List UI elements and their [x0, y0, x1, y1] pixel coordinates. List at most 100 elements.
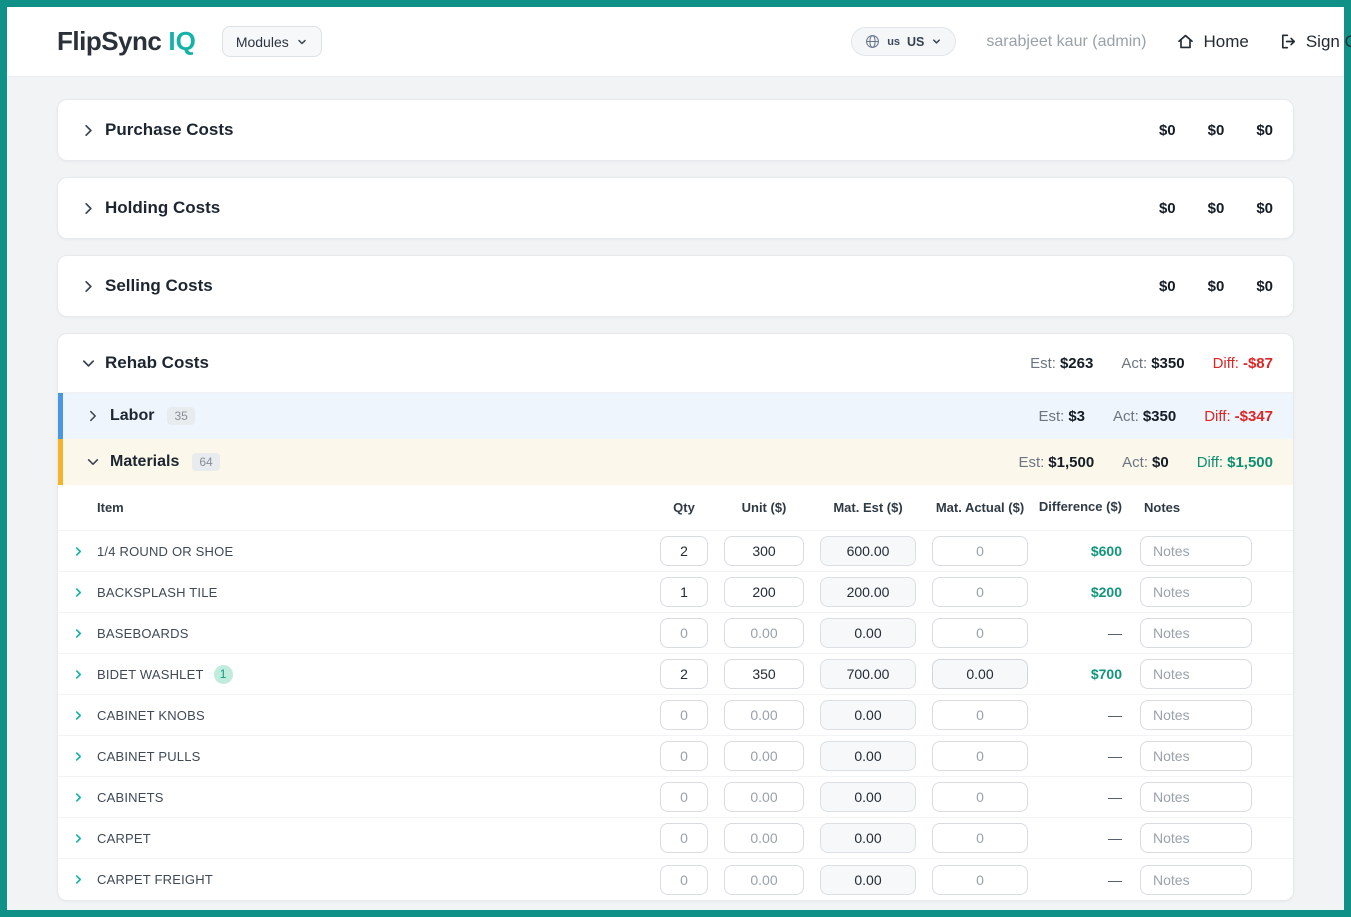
row-toggle[interactable] — [73, 669, 97, 680]
item-cell: CABINETS — [97, 790, 660, 805]
row-toggle[interactable] — [73, 587, 97, 598]
row-toggle[interactable] — [73, 874, 97, 885]
unit-price-input[interactable] — [724, 700, 804, 730]
unit-price-input[interactable] — [724, 782, 804, 812]
notes-input[interactable] — [1140, 782, 1252, 812]
mat-est-input[interactable] — [820, 782, 916, 812]
act-value: $0 — [1208, 200, 1225, 217]
est-value: $0 — [1159, 122, 1176, 139]
diff-stat: Diff:-$347 — [1204, 408, 1273, 425]
home-icon — [1176, 32, 1195, 51]
unit-price-input[interactable] — [724, 865, 804, 895]
mat-actual-input[interactable] — [932, 741, 1028, 771]
row-toggle[interactable] — [73, 710, 97, 721]
cost-section-header[interactable]: Holding Costs $0 $0 $0 — [58, 178, 1293, 238]
notes-input[interactable] — [1140, 659, 1252, 689]
section-stats: $0 $0 $0 — [1155, 278, 1273, 295]
difference-value: — — [1028, 872, 1122, 888]
language-label: US — [907, 35, 924, 49]
notes-input[interactable] — [1140, 823, 1252, 853]
diff-stat: Diff:$1,500 — [1197, 454, 1273, 471]
qty-input[interactable] — [660, 741, 708, 771]
mat-est-input[interactable] — [820, 577, 916, 607]
unit-price-input[interactable] — [724, 823, 804, 853]
mat-actual-input[interactable] — [932, 618, 1028, 648]
qty-input[interactable] — [660, 618, 708, 648]
mat-est-input[interactable] — [820, 700, 916, 730]
qty-input[interactable] — [660, 700, 708, 730]
notes-input[interactable] — [1140, 700, 1252, 730]
qty-input[interactable] — [660, 782, 708, 812]
item-cell: 1/4 ROUND OR SHOE — [97, 544, 660, 559]
mat-est-input[interactable] — [820, 741, 916, 771]
row-toggle[interactable] — [73, 833, 97, 844]
item-name: CARPET — [97, 831, 151, 846]
unit-price-input[interactable] — [724, 741, 804, 771]
act-value: $0 — [1208, 122, 1225, 139]
mat-est-input[interactable] — [820, 865, 916, 895]
cost-section-card: Selling Costs $0 $0 $0 — [57, 255, 1294, 317]
item-count-badge: 64 — [192, 453, 219, 471]
mat-est-input[interactable] — [820, 823, 916, 853]
diff-value: $1,500 — [1227, 454, 1273, 471]
diff-label: Diff: — [1197, 454, 1223, 471]
section-title: Selling Costs — [105, 276, 213, 296]
notes-input[interactable] — [1140, 577, 1252, 607]
unit-price-input[interactable] — [724, 536, 804, 566]
cost-section-header[interactable]: Purchase Costs $0 $0 $0 — [58, 100, 1293, 160]
row-toggle[interactable] — [73, 628, 97, 639]
row-toggle[interactable] — [73, 751, 97, 762]
rehab-costs-header[interactable]: Rehab Costs Est:$263 Act:$350 Diff:-$87 — [58, 334, 1293, 393]
qty-input[interactable] — [660, 577, 708, 607]
mat-actual-input[interactable] — [932, 700, 1028, 730]
unit-price-input[interactable] — [724, 618, 804, 648]
mat-actual-input[interactable] — [932, 659, 1028, 689]
notes-input[interactable] — [1140, 618, 1252, 648]
unit-price-input[interactable] — [724, 659, 804, 689]
mat-actual-input[interactable] — [932, 823, 1028, 853]
chevron-right-icon — [80, 279, 96, 294]
item-cell: CABINET PULLS — [97, 749, 660, 764]
materials-subsection-header[interactable]: Materials 64 Est:$1,500 Act:$0 Diff:$1,5… — [58, 439, 1293, 485]
app-logo[interactable]: FlipSync IQ — [57, 26, 196, 57]
labor-subsection-header[interactable]: Labor 35 Est:$3 Act:$350 Diff:-$347 — [58, 393, 1293, 439]
notes-input[interactable] — [1140, 741, 1252, 771]
modules-dropdown-button[interactable]: Modules — [222, 26, 322, 57]
item-name: CARPET FREIGHT — [97, 872, 213, 887]
qty-input[interactable] — [660, 823, 708, 853]
diff-value: $0 — [1256, 122, 1273, 139]
chevron-right-icon — [73, 628, 84, 639]
mat-est-input[interactable] — [820, 659, 916, 689]
diff-stat: Diff:-$87 — [1213, 355, 1273, 372]
unit-price-input[interactable] — [724, 577, 804, 607]
qty-input[interactable] — [660, 865, 708, 895]
brand-name: FlipSync — [57, 26, 161, 57]
cost-section-header[interactable]: Selling Costs $0 $0 $0 — [58, 256, 1293, 316]
qty-input[interactable] — [660, 536, 708, 566]
language-code: us — [887, 36, 900, 48]
mat-actual-input[interactable] — [932, 782, 1028, 812]
notes-input[interactable] — [1140, 865, 1252, 895]
subsection-title: Labor — [110, 407, 154, 425]
est-value: $0 — [1159, 278, 1176, 295]
mat-est-input[interactable] — [820, 536, 916, 566]
notes-input[interactable] — [1140, 536, 1252, 566]
act-value: $0 — [1208, 278, 1225, 295]
collapsed-sections: Purchase Costs $0 $0 $0 Holding Costs $0… — [7, 99, 1344, 317]
chevron-right-icon — [73, 546, 84, 557]
language-selector[interactable]: us US — [851, 27, 956, 56]
home-link[interactable]: Home — [1176, 32, 1248, 52]
qty-input[interactable] — [660, 659, 708, 689]
chevron-right-icon — [85, 409, 101, 423]
sign-out-link[interactable]: Sign Out — [1279, 32, 1351, 52]
mat-est-input[interactable] — [820, 618, 916, 648]
material-item-row: BIDET WASHLET 1 $700 — [58, 654, 1293, 695]
subsection-title: Materials — [110, 453, 179, 471]
row-toggle[interactable] — [73, 546, 97, 557]
row-toggle[interactable] — [73, 792, 97, 803]
mat-actual-input[interactable] — [932, 577, 1028, 607]
subsection-stats: Est:$1,500 Act:$0 Diff:$1,500 — [1018, 454, 1273, 471]
mat-actual-input[interactable] — [932, 865, 1028, 895]
mat-actual-input[interactable] — [932, 536, 1028, 566]
diff-label: Diff: — [1204, 408, 1230, 425]
